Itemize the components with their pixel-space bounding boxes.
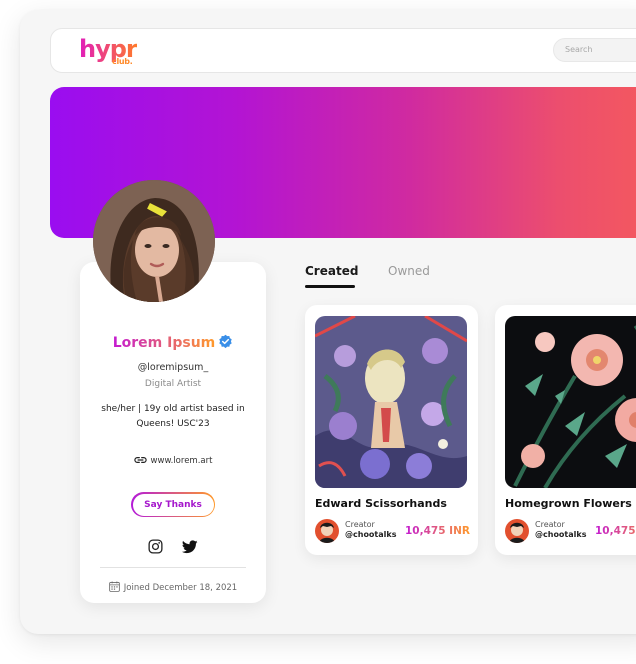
verified-badge-icon bbox=[219, 334, 232, 349]
profile-name-text: Lorem Ipsum bbox=[112, 335, 216, 351]
nft-title: Edward Scissorhands bbox=[315, 497, 447, 510]
tab-owned[interactable]: Owned bbox=[388, 264, 430, 278]
top-navbar: hypr club. Search bbox=[50, 28, 636, 73]
profile-bio: she/her | 19y old artist based in Queens… bbox=[101, 404, 245, 429]
twitter-icon[interactable] bbox=[181, 539, 198, 558]
calendar-icon bbox=[109, 581, 120, 592]
nft-artwork-image bbox=[505, 316, 636, 488]
nft-title: Homegrown Flowers bbox=[505, 497, 632, 510]
profile-role: Digital Artist bbox=[144, 379, 202, 389]
website-link[interactable]: www.lorem.art bbox=[80, 456, 266, 466]
joined-date: Joined December 18, 2021 bbox=[80, 581, 266, 593]
hyprclub-logo[interactable]: hypr club. bbox=[79, 35, 138, 69]
joined-text: Joined December 18, 2021 bbox=[123, 583, 238, 593]
say-thanks-button[interactable]: Say Thanks bbox=[131, 492, 215, 517]
instagram-icon[interactable] bbox=[148, 539, 163, 558]
app-window: hypr club. Search Lorem Ipsum @loremipsu… bbox=[20, 10, 636, 634]
nft-card[interactable]: Edward Scissorhands Creator @chootalks 1… bbox=[305, 305, 478, 555]
profile-avatar[interactable] bbox=[93, 180, 215, 302]
search-input[interactable]: Search bbox=[553, 38, 636, 62]
link-icon bbox=[133, 457, 147, 463]
active-tab-indicator bbox=[305, 285, 355, 288]
website-text: www.lorem.art bbox=[150, 456, 213, 466]
tab-created[interactable]: Created bbox=[305, 264, 358, 278]
profile-name: Lorem Ipsum bbox=[80, 334, 266, 351]
nft-artwork-image bbox=[315, 316, 467, 488]
profile-handle: @loremipsum_ bbox=[137, 362, 209, 373]
nft-price: 10,475 INR bbox=[595, 525, 636, 537]
say-thanks-label: Say Thanks bbox=[132, 493, 214, 516]
creator-avatar[interactable] bbox=[505, 519, 529, 543]
card-divider bbox=[100, 567, 246, 568]
creator-label: Creator bbox=[535, 520, 565, 529]
creator-avatar[interactable] bbox=[315, 519, 339, 543]
creator-handle[interactable]: @chootalks bbox=[345, 530, 396, 539]
profile-card: Lorem Ipsum @loremipsum_ Digital Artist … bbox=[80, 262, 266, 603]
creator-handle[interactable]: @chootalks bbox=[535, 530, 586, 539]
creator-label: Creator bbox=[345, 520, 375, 529]
logo-suffix: club. bbox=[112, 57, 133, 66]
social-links bbox=[80, 538, 266, 558]
nft-card[interactable]: Homegrown Flowers Creator @chootalks 10,… bbox=[495, 305, 636, 555]
nft-price: 10,475 INR bbox=[405, 525, 470, 537]
